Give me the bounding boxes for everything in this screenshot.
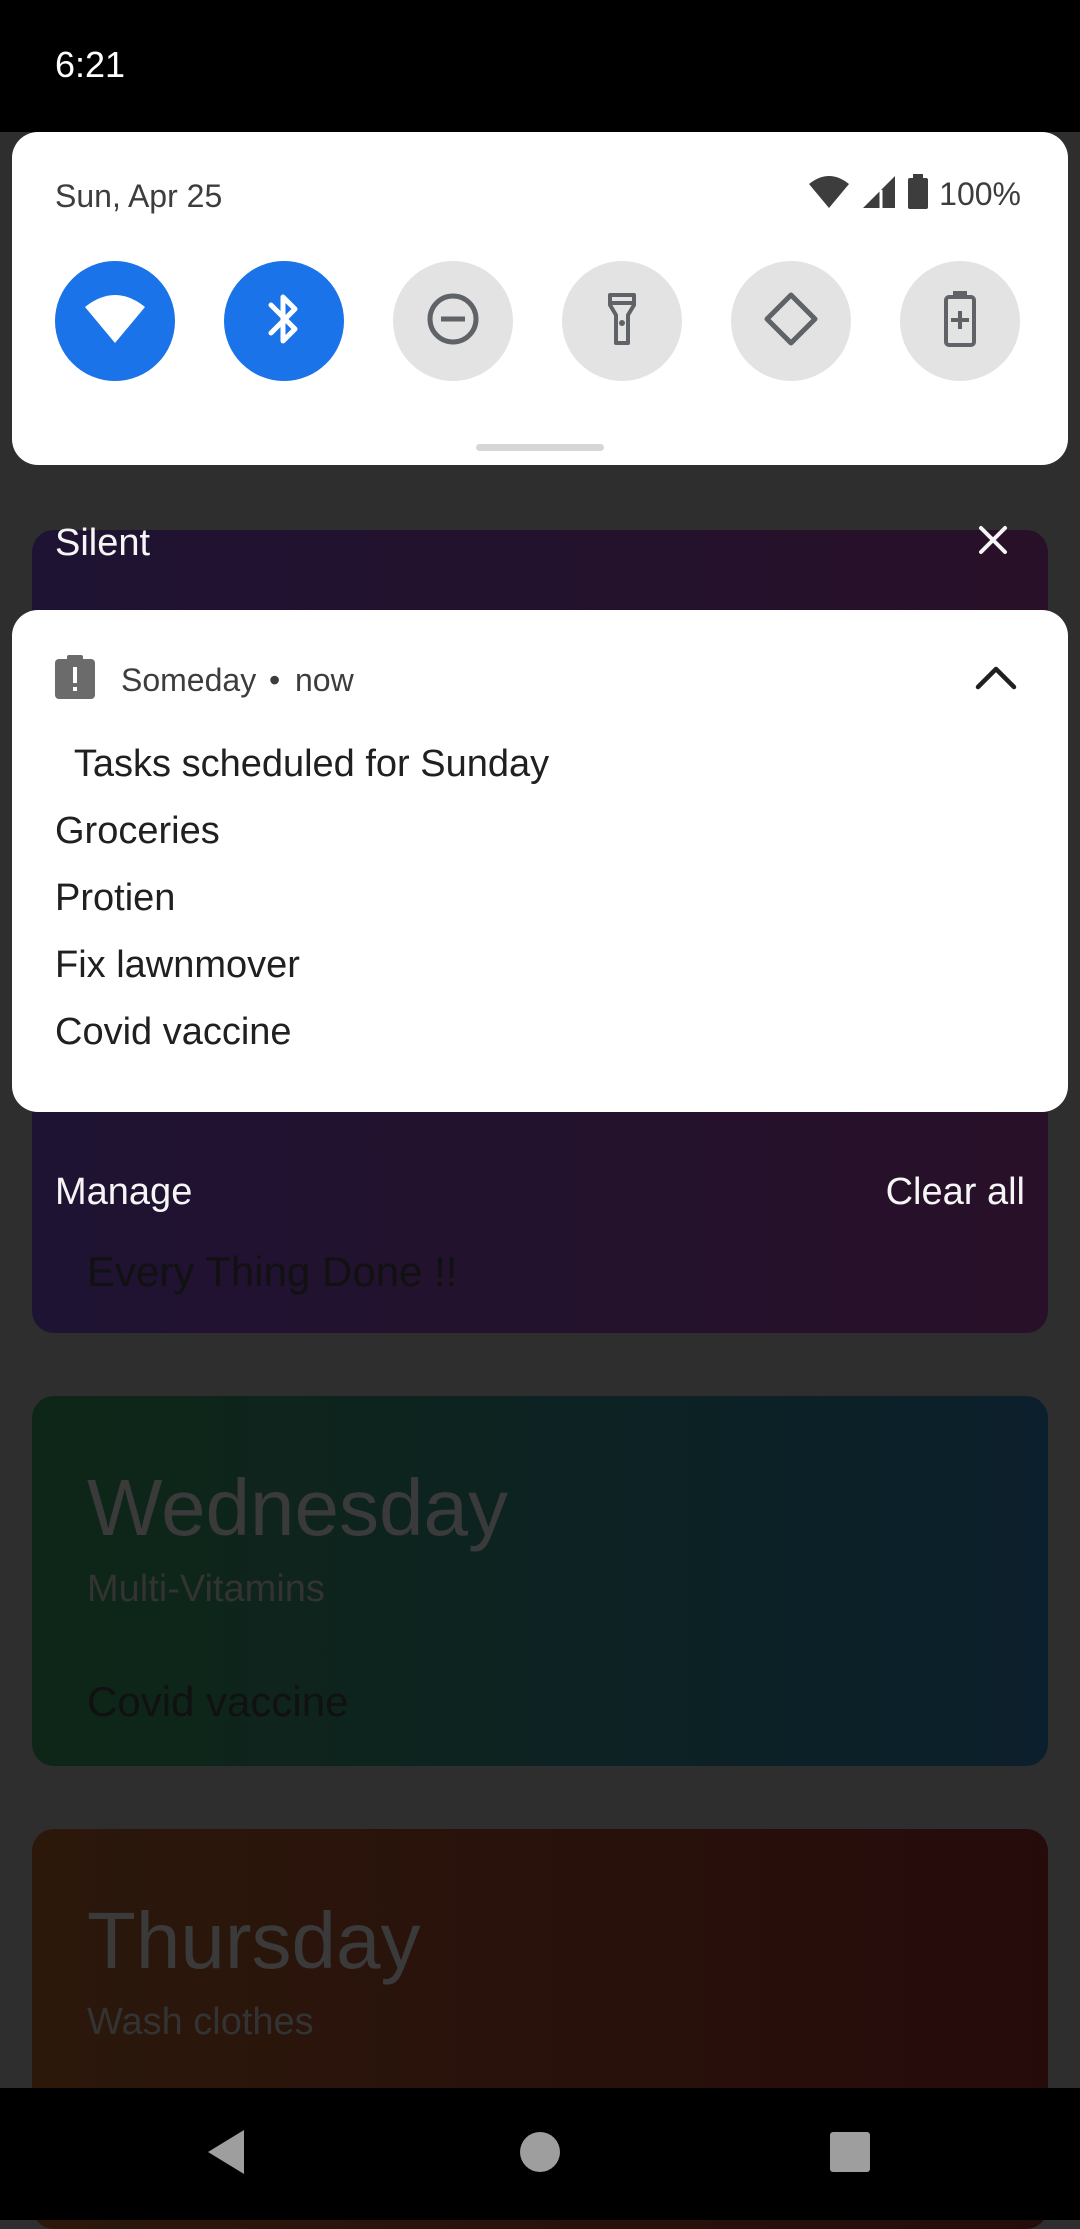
silent-section-label: Silent xyxy=(55,522,151,564)
clipboard-alert-icon xyxy=(55,655,95,704)
notification-line: Protien xyxy=(55,877,176,919)
flashlight-tile[interactable] xyxy=(562,261,682,381)
do-not-disturb-icon xyxy=(425,291,481,352)
navigation-bar xyxy=(0,2088,1080,2220)
background-card-day: Thursday xyxy=(87,1896,421,1985)
notification-line: Fix lawnmover xyxy=(55,944,300,986)
wifi-signal-icon xyxy=(807,174,851,215)
cell-signal-icon xyxy=(861,174,897,215)
wifi-icon xyxy=(83,291,147,352)
home-button[interactable] xyxy=(502,2116,578,2192)
wifi-tile[interactable] xyxy=(55,261,175,381)
notification-card[interactable]: Someday • now Tasks scheduled for Sunday… xyxy=(12,610,1068,1112)
quick-settings-panel: Sun, Apr 25 100% xyxy=(12,132,1068,465)
back-button[interactable] xyxy=(188,2116,264,2192)
flashlight-icon xyxy=(602,289,642,354)
do-not-disturb-tile[interactable] xyxy=(393,261,513,381)
battery-percentage: 100% xyxy=(939,176,1021,212)
battery-saver-icon xyxy=(942,289,978,354)
qs-status-icons: 100% xyxy=(807,174,1021,215)
recents-button[interactable] xyxy=(812,2116,888,2192)
background-card-wednesday: Wednesday Multi-Vitamins Covid vaccine xyxy=(32,1396,1048,1766)
battery-icon xyxy=(907,174,929,215)
status-bar: 6:21 xyxy=(0,0,1080,132)
background-card-day: Wednesday xyxy=(87,1463,509,1552)
notification-title: Tasks scheduled for Sunday xyxy=(64,743,550,785)
background-card-subtitle: Wash clothes xyxy=(87,2001,314,2043)
recents-icon xyxy=(828,2130,872,2179)
background-card-task: Covid vaccine xyxy=(87,1678,349,1725)
notification-separator: • xyxy=(269,662,281,698)
auto-rotate-icon xyxy=(761,289,821,354)
notification-time: now xyxy=(295,662,354,698)
battery-saver-tile[interactable] xyxy=(900,261,1020,381)
background-card-task: Every Thing Done !! xyxy=(87,1248,458,1295)
bluetooth-tile[interactable] xyxy=(224,261,344,381)
bluetooth-icon xyxy=(259,289,309,354)
back-icon xyxy=(204,2128,248,2181)
status-clock: 6:21 xyxy=(55,44,126,85)
chevron-up-icon[interactable] xyxy=(974,655,1018,704)
clear-all-button[interactable]: Clear all xyxy=(886,1171,1025,1214)
home-icon xyxy=(518,2130,562,2179)
background-card-subtitle: Multi-Vitamins xyxy=(87,1568,325,1610)
manage-button[interactable]: Manage xyxy=(55,1171,192,1214)
auto-rotate-tile[interactable] xyxy=(731,261,851,381)
notification-line: Groceries xyxy=(55,810,220,852)
close-icon[interactable] xyxy=(973,520,1013,560)
qs-drag-handle[interactable] xyxy=(476,444,604,451)
qs-date[interactable]: Sun, Apr 25 xyxy=(55,178,222,215)
notification-app-name: Someday xyxy=(121,662,257,698)
notification-line: Covid vaccine xyxy=(55,1011,292,1053)
